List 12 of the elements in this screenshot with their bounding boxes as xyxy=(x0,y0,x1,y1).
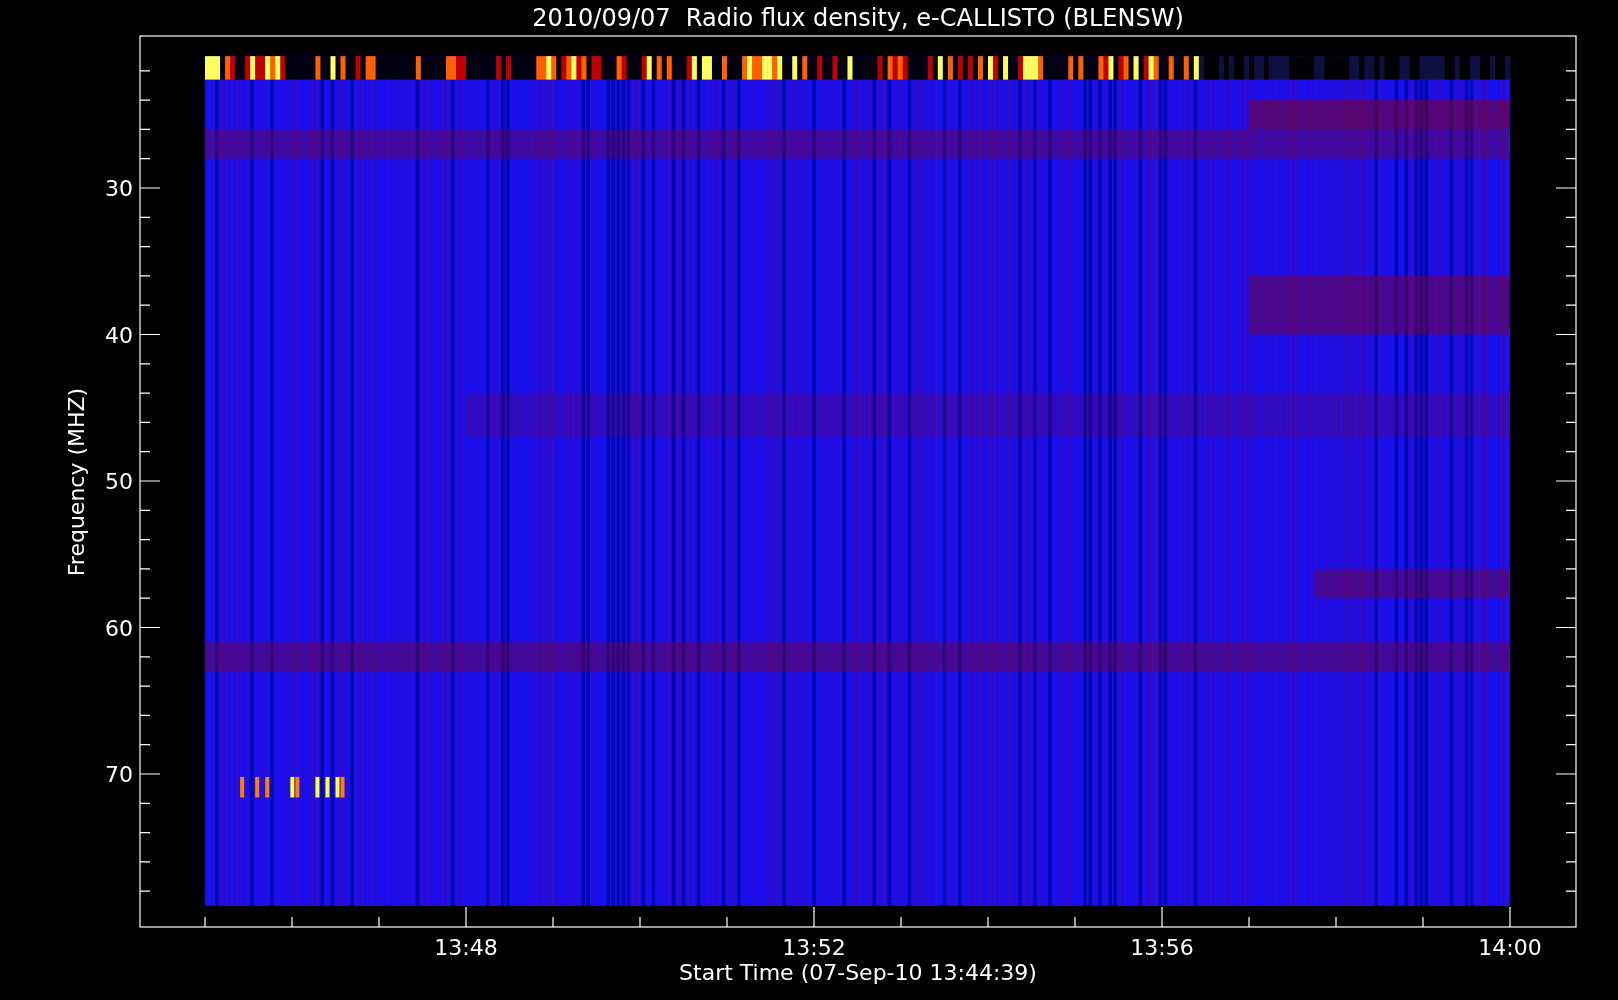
tick-label: 13:56 xyxy=(1130,935,1194,960)
tick-label: 30 xyxy=(105,176,133,201)
tick-label: 14:00 xyxy=(1478,935,1542,960)
tick-label: 60 xyxy=(105,615,133,641)
chart-title: 2010/09/07 Radio flux density, e-CALLISTO (BLENSW) xyxy=(532,4,1184,32)
tick-label: 70 xyxy=(105,762,133,787)
tick-label: 40 xyxy=(105,322,133,348)
tick-label: 50 xyxy=(105,469,133,494)
tick-label: 13:48 xyxy=(434,935,498,960)
axis-label: Start Time (07-Sep-10 13:44:39) xyxy=(679,960,1037,985)
tick-label: 13:52 xyxy=(782,935,846,960)
axis-label: Frequency (MHZ) xyxy=(64,387,89,577)
